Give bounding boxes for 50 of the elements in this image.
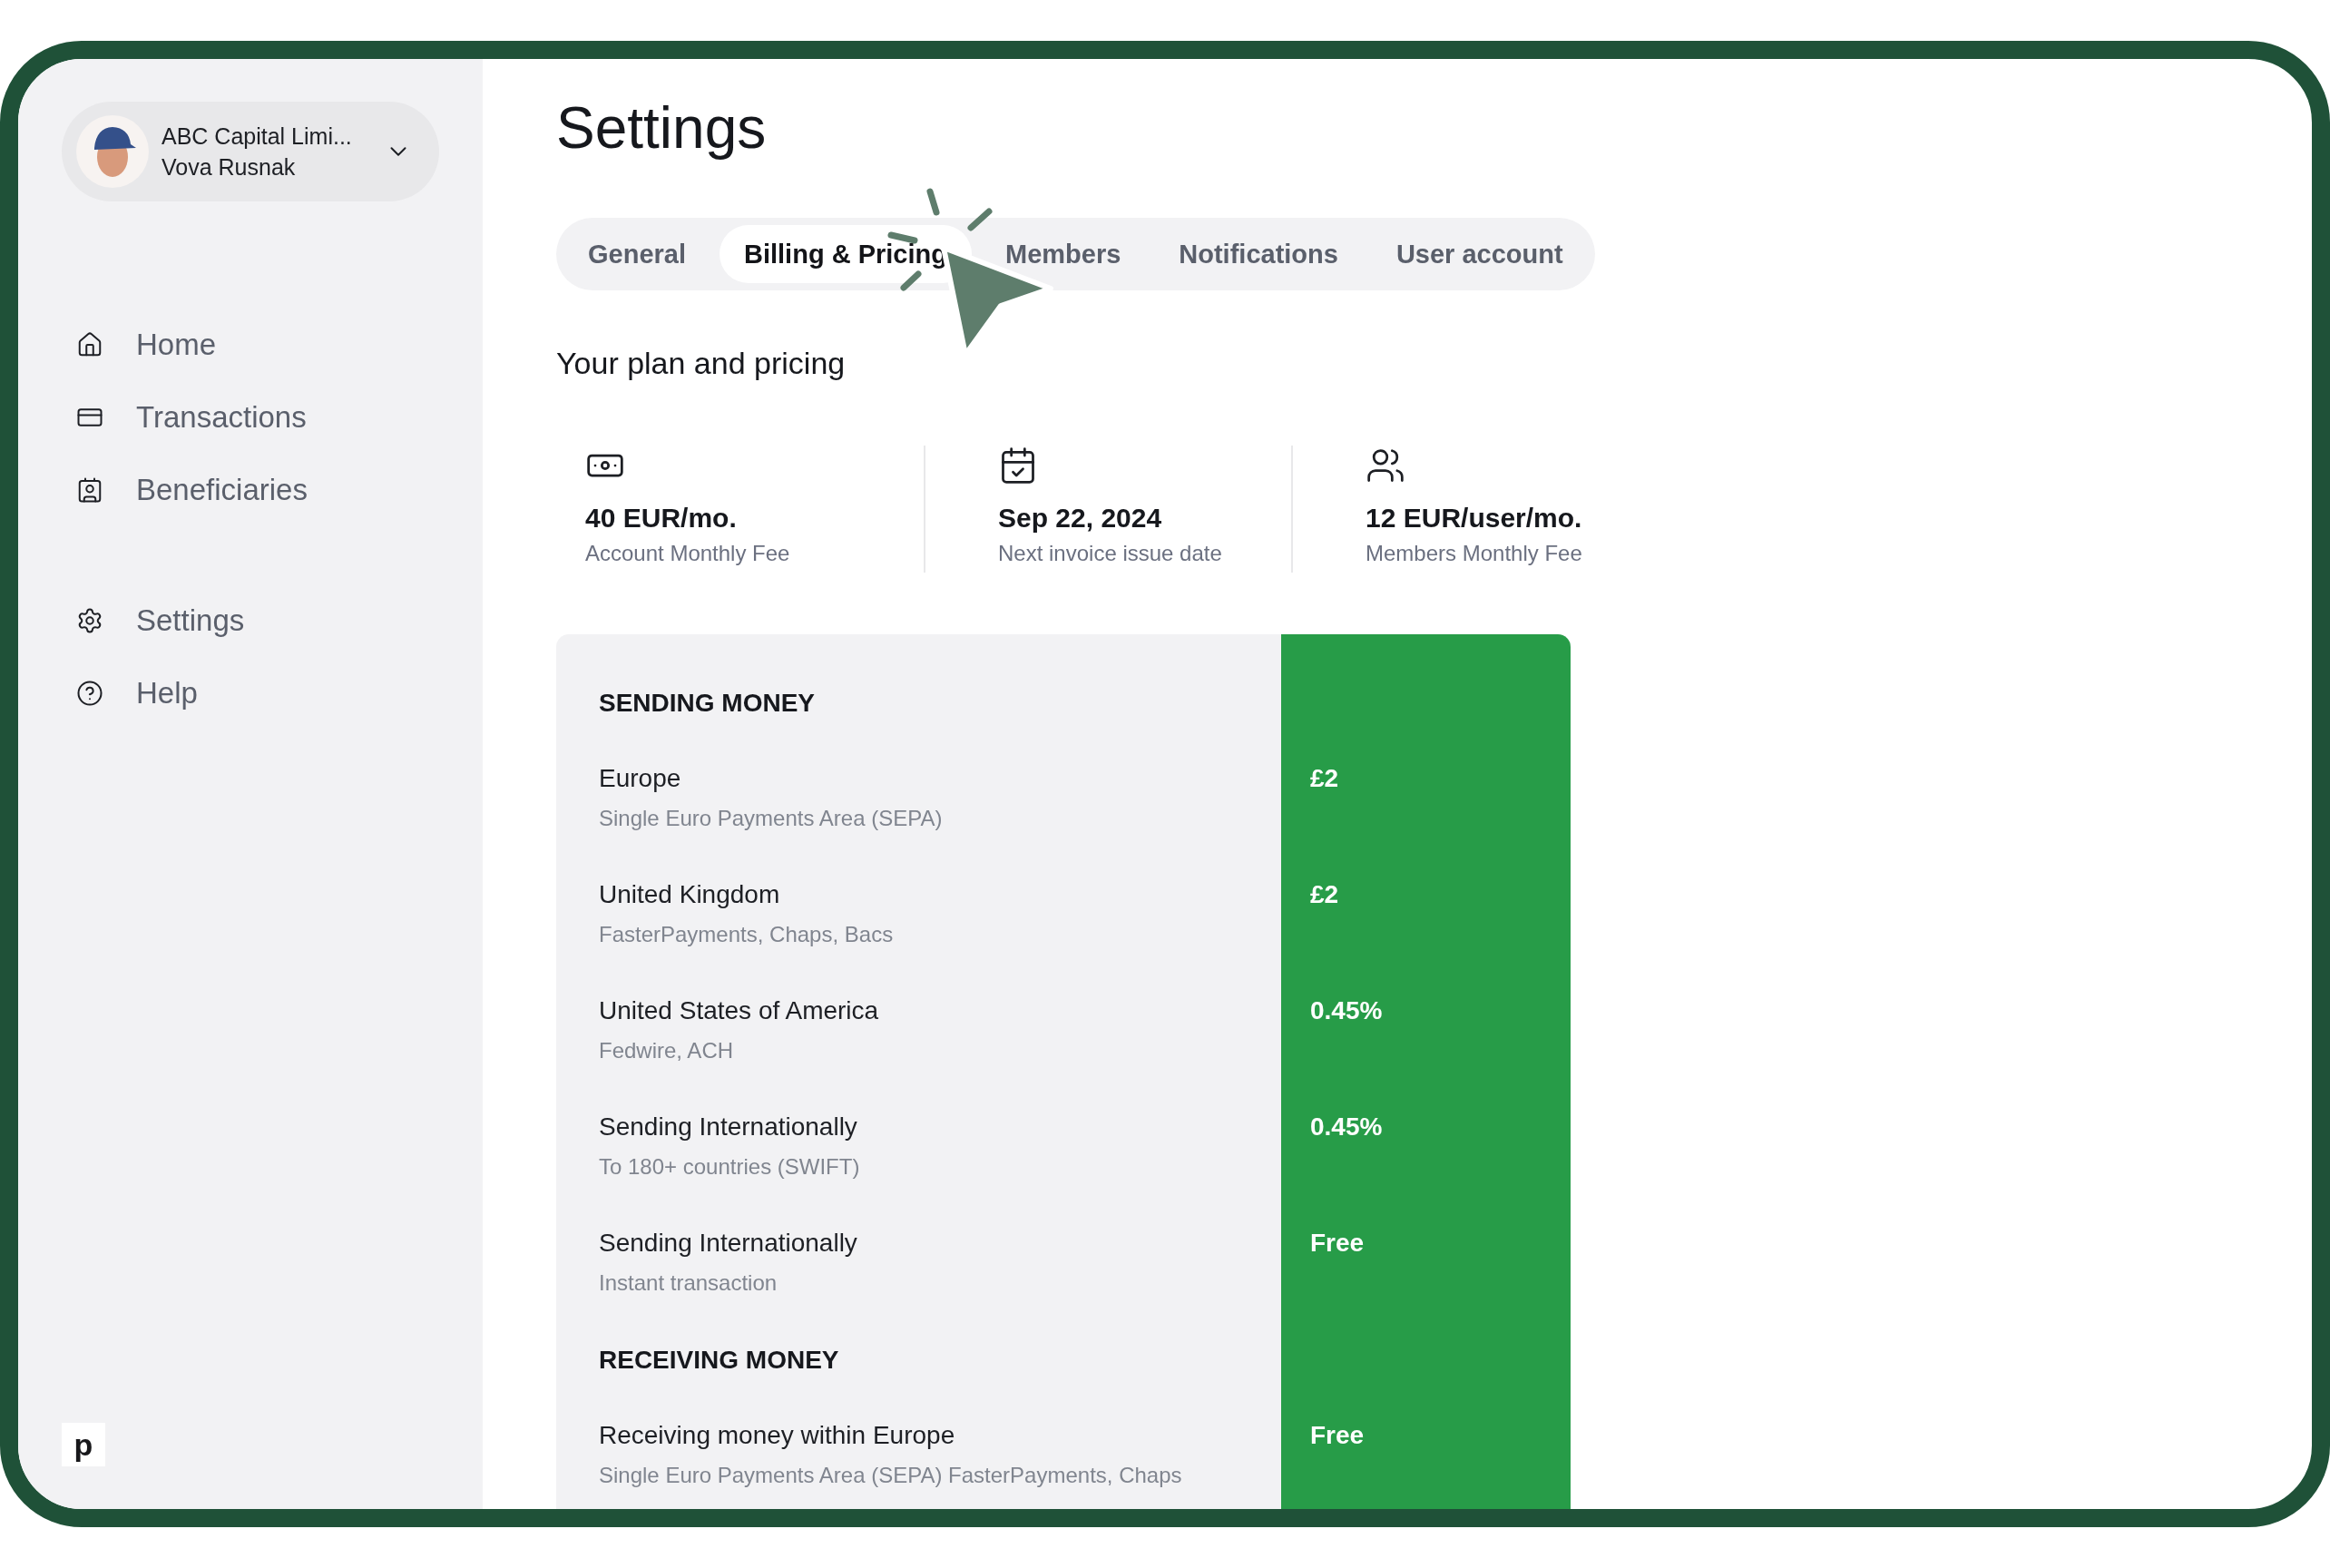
fee-name: United Kingdom [599,879,781,910]
fee-name: Sending Internationally [599,1112,858,1142]
tab[interactable]: User account [1371,225,1588,283]
tab[interactable]: Members [980,225,1146,283]
logo: p [62,1423,105,1466]
nav-item[interactable]: Help [76,657,457,730]
account-switcher[interactable]: ABC Capital Limi... Vova Rusnak [62,102,439,201]
home-icon [76,331,103,358]
fee-name: Receiving money within Europe [599,1420,956,1451]
fee-price: 0.45% [1310,995,1384,1026]
fee-name: United States of America [599,995,880,1026]
contact-card-icon [76,476,103,504]
nav-label: Beneficiaries [136,473,308,507]
fee-description: Instant transaction [599,1269,778,1297]
fee-name: Europe [599,763,682,794]
company-name: ABC Capital Limi... [162,122,353,150]
fee-price: £2 [1310,879,1340,910]
nav-item[interactable]: Settings [76,584,457,657]
settings-icon [76,607,103,634]
fee-price: £2 [1310,763,1340,794]
nav-item[interactable]: Transactions [76,381,457,454]
section-heading: RECEIVING MONEY [599,1345,840,1376]
tab[interactable]: General [563,225,710,283]
user-name: Vova Rusnak [162,153,297,181]
tab[interactable]: Notifications [1154,225,1363,283]
nav-item[interactable]: Home [76,309,457,381]
section-title: Your plan and pricing [556,345,846,382]
fee-price: Free [1310,1420,1366,1451]
fee-price: Free [1310,1228,1366,1259]
stat-label: Members Monthly Fee [1366,540,1583,567]
stat-label: Next invoice issue date [998,540,1223,567]
stat-value: 12 EUR/user/mo. [1366,502,1583,534]
stat-value: 40 EUR/mo. [585,502,738,534]
fee-price: 0.45% [1310,1112,1384,1142]
fee-description: Single Euro Payments Area (SEPA) FasterPayments, Chaps [599,1462,1183,1489]
fee-description: FasterPayments, Chaps, Bacs [599,921,895,948]
stat-label: Account Monthly Fee [585,540,791,567]
nav-label: Settings [136,603,245,638]
nav-item[interactable]: Beneficiaries [76,454,457,526]
nav-label: Help [136,676,198,710]
section-heading: SENDING MONEY [599,688,817,719]
fee-description: Single Euro Payments Area (SEPA) [599,805,944,832]
fee-description: Fedwire, ACH [599,1037,735,1064]
nav-label: Home [136,328,217,362]
page-title: Settings [556,94,767,162]
fee-description: To 180+ countries (SWIFT) [599,1153,861,1181]
help-icon [76,680,103,707]
fee-name: Sending Internationally [599,1228,858,1259]
stat-value: Sep 22, 2024 [998,502,1163,534]
nav-label: Transactions [136,400,307,435]
